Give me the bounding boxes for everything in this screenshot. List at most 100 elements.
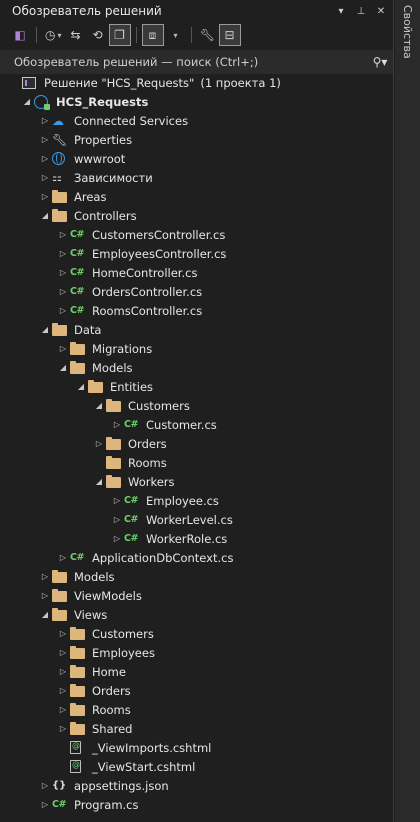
tree-item[interactable]: ◢ Entities [0, 377, 394, 396]
collapsed-arrow-icon[interactable]: ▷ [38, 130, 52, 149]
tree-item[interactable]: ◢ Models [0, 358, 394, 377]
tree-item[interactable]: ◢ Customers [0, 396, 394, 415]
collapsed-arrow-icon[interactable]: ▷ [56, 681, 70, 700]
tree-item[interactable]: ▷ Employees [0, 643, 394, 662]
tree-item[interactable]: ▷ 🔧︎ Properties [0, 130, 394, 149]
expanded-arrow-icon[interactable]: ◢ [92, 472, 106, 491]
tree-item[interactable]: ▷ wwwroot [0, 149, 394, 168]
search-input[interactable] [14, 55, 367, 69]
close-icon[interactable]: ✕ [373, 3, 389, 19]
collapsed-arrow-icon[interactable]: ▷ [56, 624, 70, 643]
tree-item[interactable]: ▷ Orders [0, 681, 394, 700]
tree-item[interactable]: ▷ Shared [0, 719, 394, 738]
collapsed-arrow-icon[interactable]: ▷ [110, 529, 124, 548]
collapsed-arrow-icon[interactable]: ▷ [56, 700, 70, 719]
tree-item[interactable]: ▷ Areas [0, 187, 394, 206]
collapsed-arrow-icon[interactable]: ▷ [110, 415, 124, 434]
collapsed-arrow-icon[interactable]: ▷ [38, 567, 52, 586]
tree-item-label: Properties [74, 132, 133, 147]
csharp-file-icon: C# [70, 267, 84, 278]
collapsed-arrow-icon[interactable]: ▷ [38, 111, 52, 130]
tree-item[interactable]: ▷ C# ApplicationDbContext.cs [0, 548, 394, 567]
collapsed-arrow-icon[interactable]: ▷ [92, 434, 106, 453]
properties-icon[interactable]: 🔧︎ [198, 25, 218, 45]
collapsed-arrow-icon[interactable]: ▷ [56, 301, 70, 320]
preview-icon[interactable]: ⊟ [218, 24, 241, 46]
collapsed-arrow-icon[interactable]: ▷ [56, 282, 70, 301]
expanded-arrow-icon[interactable]: ◢ [56, 358, 70, 377]
tree-item[interactable]: ▷{} appsettings.json [0, 776, 394, 795]
collapsed-arrow-icon[interactable]: ▷ [38, 187, 52, 206]
tree-item[interactable]: ◢ Data [0, 320, 394, 339]
folder-icon [70, 700, 88, 719]
folder-icon [52, 605, 70, 624]
tree-item[interactable]: ▷ C# Employee.cs [0, 491, 394, 510]
tree-item[interactable]: ▷ C# RoomsController.cs [0, 301, 394, 320]
collapse-all-icon[interactable]: ❐ [108, 24, 131, 46]
tree-item[interactable]: ◢ Workers [0, 472, 394, 491]
tree-item-label: Program.cs [74, 797, 139, 812]
tree-item[interactable]: ▷ C# WorkerRole.cs [0, 529, 394, 548]
collapsed-arrow-icon[interactable]: ▷ [38, 168, 52, 187]
tree-item[interactable]: ▷ Migrations [0, 339, 394, 358]
collapsed-arrow-icon[interactable]: ▷ [38, 776, 52, 795]
tree-item[interactable]: ▷ Home [0, 662, 394, 681]
tree-item[interactable]: ▷ C# Program.cs [0, 795, 394, 814]
tree-item[interactable]: ▷ C# EmployeesController.cs [0, 244, 394, 263]
collapsed-arrow-icon[interactable]: ▷ [56, 244, 70, 263]
expanded-arrow-icon[interactable]: ◢ [74, 377, 88, 396]
folder-icon [52, 586, 70, 605]
sync-icon[interactable]: ⇆ [66, 25, 86, 45]
tree-item[interactable]: ▷ C# OrdersController.cs [0, 282, 394, 301]
filter-dropdown-icon[interactable]: ▾ [165, 25, 185, 45]
collapsed-arrow-icon[interactable]: ▷ [56, 643, 70, 662]
tree-item-label: OrdersController.cs [92, 284, 203, 299]
filter-icon[interactable]: ⧈ [141, 24, 164, 46]
expanded-arrow-icon[interactable]: ◢ [38, 605, 52, 624]
folder-icon [70, 624, 88, 643]
tree-item[interactable]: _ViewImports.cshtml [0, 738, 394, 757]
collapsed-arrow-icon[interactable]: ▷ [38, 795, 52, 814]
tree-item[interactable]: ▷ C# HomeController.cs [0, 263, 394, 282]
tree-item[interactable]: Rooms [0, 453, 394, 472]
switch-views-icon[interactable]: ◧ [10, 25, 30, 45]
folder-icon [70, 719, 88, 738]
collapsed-arrow-icon[interactable]: ▷ [56, 662, 70, 681]
tree-item[interactable]: ▷ Rooms [0, 700, 394, 719]
tree-item[interactable]: ◢ Views [0, 605, 394, 624]
dropdown-icon[interactable]: ▾ [333, 3, 349, 19]
tree-item[interactable]: ▷ ViewModels [0, 586, 394, 605]
tree-item[interactable]: ▷ C# CustomersController.cs [0, 225, 394, 244]
collapsed-arrow-icon[interactable]: ▷ [56, 548, 70, 567]
tree-item[interactable]: ▷ Customers [0, 624, 394, 643]
pin-icon[interactable]: ⊥ [353, 3, 369, 19]
dependencies-icon: ⚏ [52, 171, 62, 184]
expanded-arrow-icon[interactable]: ◢ [38, 206, 52, 225]
tree-item[interactable]: ▷ ⚏ Зависимости [0, 168, 394, 187]
collapsed-arrow-icon[interactable]: ▷ [38, 149, 52, 168]
tree-item[interactable]: ◢ Controllers [0, 206, 394, 225]
properties-side-tab[interactable]: Свойства [398, 4, 417, 60]
solution-row[interactable]: Решение "HCS_Requests" (1 проекта 1) [0, 73, 394, 92]
collapsed-arrow-icon[interactable]: ▷ [56, 339, 70, 358]
solution-project-count: (1 проекта 1) [200, 75, 281, 90]
collapsed-arrow-icon[interactable]: ▷ [110, 510, 124, 529]
expanded-arrow-icon[interactable]: ◢ [38, 320, 52, 339]
tree-item[interactable]: ▷ Models [0, 567, 394, 586]
history-icon[interactable]: ◷ ▾ [43, 25, 64, 45]
tree-item[interactable]: _ViewStart.cshtml [0, 757, 394, 776]
tree-item[interactable]: ▷ C# Customer.cs [0, 415, 394, 434]
collapsed-arrow-icon[interactable]: ▷ [38, 586, 52, 605]
collapsed-arrow-icon[interactable]: ▷ [56, 263, 70, 282]
tree-item[interactable]: ▷ ☁ Connected Services [0, 111, 394, 130]
tree-item[interactable]: ◢ HCS_Requests [0, 92, 394, 111]
collapsed-arrow-icon[interactable]: ▷ [56, 225, 70, 244]
expanded-arrow-icon[interactable]: ◢ [92, 396, 106, 415]
collapsed-arrow-icon[interactable]: ▷ [110, 491, 124, 510]
expanded-arrow-icon[interactable]: ◢ [20, 92, 34, 111]
collapsed-arrow-icon[interactable]: ▷ [56, 719, 70, 738]
tree-item[interactable]: ▷ C# WorkerLevel.cs [0, 510, 394, 529]
tree-item[interactable]: ▷ Orders [0, 434, 394, 453]
refresh-icon[interactable]: ⟲ [88, 25, 108, 45]
search-icon[interactable]: ⚲▾ [367, 55, 393, 69]
